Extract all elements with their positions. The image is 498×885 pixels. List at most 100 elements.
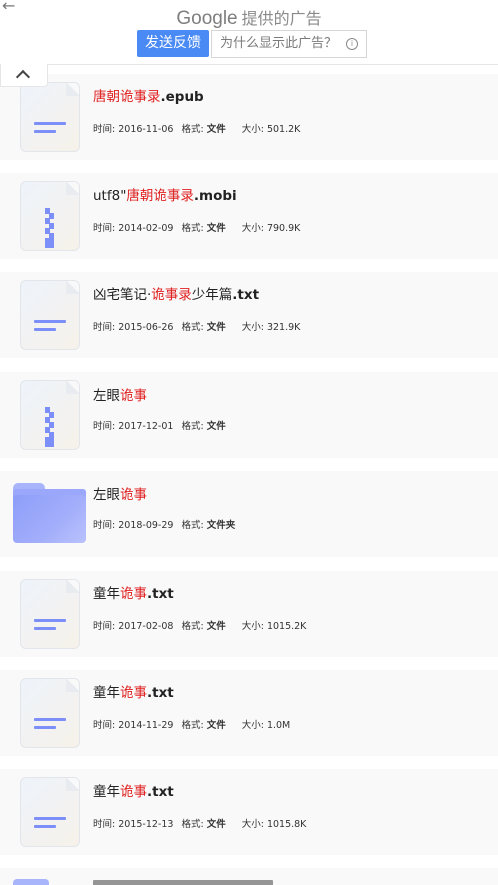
file-extension: .txt — [232, 287, 260, 303]
file-title-prefix: 左眼 — [93, 388, 120, 404]
ad-title-text: 提供的广告 — [241, 9, 322, 28]
file-title: 唐朝诡事录.epub — [93, 85, 204, 105]
format-label: 格式: — [181, 421, 204, 432]
collapse-ad-button[interactable] — [0, 64, 48, 87]
time-label: 时间: — [93, 621, 116, 632]
file-date: 2015-12-13 — [118, 819, 174, 830]
file-size: 321.9K — [266, 322, 301, 333]
file-size: 1015.2K — [266, 621, 307, 632]
format-label: 格式: — [181, 223, 204, 234]
file-meta: 时间: 2018-09-29 格式: 文件夹 — [93, 517, 235, 531]
file-size: 1015.8K — [266, 819, 307, 830]
format-label: 格式: — [181, 322, 204, 333]
document-icon — [20, 678, 80, 748]
time-label: 时间: — [93, 819, 116, 830]
file-size: 1.0M — [266, 720, 291, 731]
file-title-highlight: 唐朝诡事录 — [93, 89, 161, 105]
file-meta: 时间: 2017-02-08 格式: 文件 大小: 1015.2K — [93, 618, 306, 632]
file-title-prefix: 童年 — [93, 685, 120, 701]
file-title-prefix: 左眼 — [93, 487, 120, 503]
file-meta: 时间: 2015-06-26 格式: 文件 大小: 321.9K — [93, 319, 300, 333]
time-label: 时间: — [93, 124, 116, 135]
zip-archive-icon — [20, 181, 80, 251]
why-this-ad-label: 为什么显示此广告？ — [220, 36, 338, 51]
time-label: 时间: — [93, 720, 116, 731]
format-label: 格式: — [181, 819, 204, 830]
file-title: 童年诡事.txt — [93, 582, 174, 602]
list-item[interactable]: 左眼诡事时间: 2018-09-29 格式: 文件夹 — [0, 471, 498, 557]
file-date: 2018-09-29 — [118, 520, 174, 531]
list-item[interactable]: 唐朝诡事录.epub 时间: 2016-11-06 格式: 文件 大小: 501.2K — [0, 74, 498, 160]
file-date: 2017-02-08 — [118, 621, 174, 632]
file-date: 2014-11-29 — [118, 720, 174, 731]
list-item[interactable]: 童年诡事.txt 时间: 2015-12-13 格式: 文件 大小: 1015.8K — [0, 769, 498, 855]
file-meta: 时间: 2017-12-01 格式: 文件 — [93, 418, 226, 432]
time-label: 时间: — [93, 520, 116, 531]
file-size: 501.2K — [266, 124, 301, 135]
file-title-suffix: 少年篇 — [191, 287, 233, 303]
folder-icon — [13, 483, 86, 543]
file-title-highlight: 诡事 — [120, 586, 147, 602]
file-title: 左眼诡事 — [93, 483, 147, 503]
file-title-highlight: 诡事录 — [151, 287, 192, 303]
list-item-partial[interactable] — [0, 868, 498, 885]
file-title-prefix: 童年 — [93, 784, 120, 800]
file-extension: .epub — [160, 89, 204, 105]
format-label: 格式: — [181, 520, 204, 531]
file-meta: 时间: 2016-11-06 格式: 文件 大小: 501.2K — [93, 121, 300, 135]
file-title: 童年诡事.txt — [93, 780, 174, 800]
folder-icon — [13, 879, 49, 885]
file-format: 文件 — [206, 223, 226, 234]
file-date: 2014-02-09 — [118, 223, 174, 234]
file-title-highlight: 唐朝诡事录 — [126, 188, 194, 204]
size-label: 大小: — [241, 322, 264, 333]
file-title: 凶宅笔记·诡事录少年篇.txt — [93, 283, 259, 303]
file-title-highlight: 诡事 — [120, 784, 147, 800]
file-extension: .mobi — [193, 188, 237, 204]
file-title-highlight: 诡事 — [120, 487, 147, 503]
info-circle-icon: i — [346, 38, 359, 50]
file-title-prefix: 童年 — [93, 586, 120, 602]
size-label: 大小: — [241, 124, 264, 135]
chevron-up-icon — [15, 69, 31, 85]
size-label: 大小: — [241, 621, 264, 632]
file-title: 童年诡事.txt — [93, 681, 174, 701]
file-format: 文件 — [206, 124, 226, 135]
partial-title — [93, 880, 273, 885]
format-label: 格式: — [181, 124, 204, 135]
file-date: 2016-11-06 — [118, 124, 174, 135]
format-label: 格式: — [181, 720, 204, 731]
file-format: 文件 — [206, 322, 226, 333]
file-title-prefix: utf8" — [93, 188, 127, 204]
why-this-ad-button[interactable]: 为什么显示此广告？ i — [211, 30, 368, 58]
file-format: 文件 — [206, 621, 226, 632]
size-label: 大小: — [241, 819, 264, 830]
time-label: 时间: — [93, 421, 116, 432]
file-extension: .txt — [147, 685, 174, 701]
zip-archive-icon — [20, 380, 80, 450]
file-size: 790.9K — [266, 223, 301, 234]
file-title-highlight: 诡事 — [120, 388, 147, 404]
file-meta: 时间: 2014-11-29 格式: 文件 大小: 1.0M — [93, 717, 290, 731]
list-item[interactable]: 童年诡事.txt 时间: 2014-11-29 格式: 文件 大小: 1.0M — [0, 670, 498, 756]
list-item[interactable]: 童年诡事.txt 时间: 2017-02-08 格式: 文件 大小: 1015.2K — [0, 571, 498, 657]
document-icon — [20, 579, 80, 649]
file-title-prefix: 凶宅笔记· — [93, 287, 152, 303]
file-format: 文件 — [206, 421, 226, 432]
file-format: 文件夹 — [206, 520, 236, 531]
list-item[interactable]: utf8"唐朝诡事录.mobi 时间: 2014-02-09 格式: 文件 大小: 7… — [0, 173, 498, 259]
send-feedback-button[interactable]: 发送反馈 — [137, 30, 209, 57]
size-label: 大小: — [241, 720, 264, 731]
file-format: 文件 — [206, 720, 226, 731]
list-item[interactable]: 凶宅笔记·诡事录少年篇.txt 时间: 2015-06-26 格式: 文件 大小: 3… — [0, 272, 498, 358]
file-date: 2015-06-26 — [118, 322, 174, 333]
file-date: 2017-12-01 — [118, 421, 174, 432]
file-title: utf8"唐朝诡事录.mobi — [93, 184, 237, 204]
time-label: 时间: — [93, 223, 116, 234]
file-title-highlight: 诡事 — [120, 685, 147, 701]
document-icon — [20, 777, 80, 847]
list-item[interactable]: 左眼诡事时间: 2017-12-01 格式: 文件 — [0, 372, 498, 458]
file-meta: 时间: 2014-02-09 格式: 文件 大小: 790.9K — [93, 220, 300, 234]
format-label: 格式: — [181, 621, 204, 632]
ad-title: Google 提供的广告 — [0, 5, 498, 30]
